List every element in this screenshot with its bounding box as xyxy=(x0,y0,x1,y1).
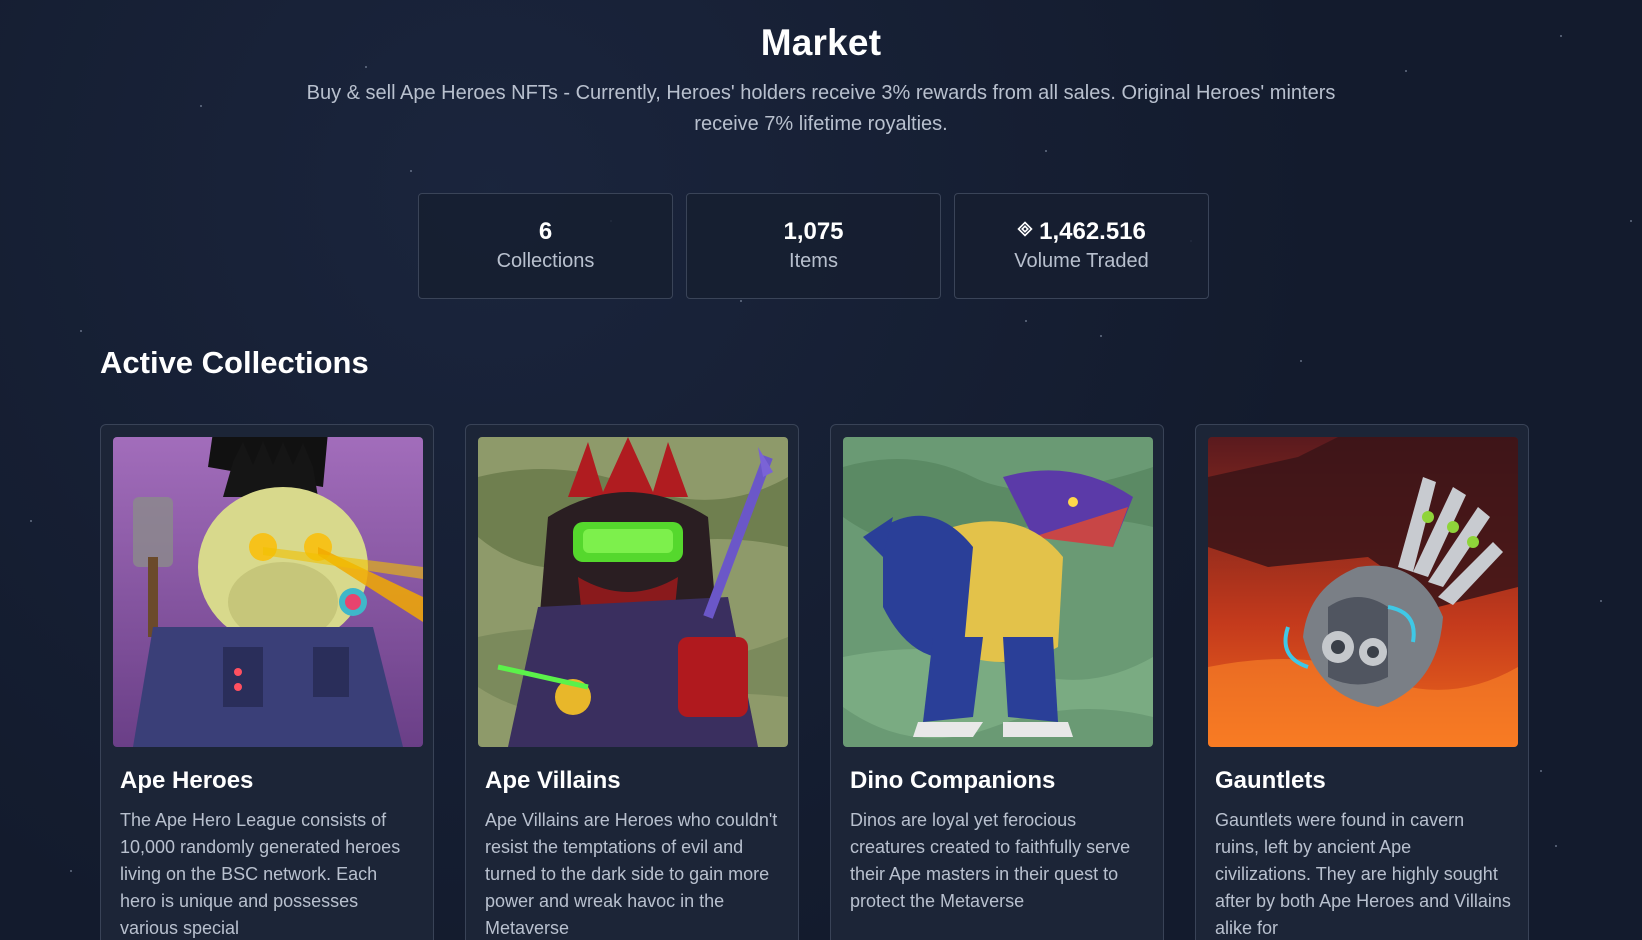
stat-collections: 6 Collections xyxy=(418,193,673,299)
active-collections-heading: Active Collections xyxy=(100,345,369,380)
stat-value-wrapper: 1,462.516 xyxy=(955,218,1208,246)
stat-items: 1,075 Items xyxy=(686,193,941,299)
ape-villains-image xyxy=(478,437,788,747)
ape-heroes-image xyxy=(113,437,423,747)
collection-description: Dinos are loyal yet ferocious creatures … xyxy=(850,810,1131,911)
stat-label: Volume Traded xyxy=(1014,250,1149,272)
stat-label: Collections xyxy=(496,250,595,272)
collection-name: Ape Villains xyxy=(485,767,621,794)
collection-name: Gauntlets xyxy=(1215,767,1326,794)
collection-description: Ape Villains are Heroes who couldn't res… xyxy=(485,810,778,938)
page-title: Market xyxy=(760,22,882,63)
stat-label: Items xyxy=(789,250,838,272)
stat-value: 1,462.516 xyxy=(1039,218,1146,245)
market-header: Market Buy & sell Ape Heroes NFTs - Curr… xyxy=(0,22,1642,140)
collection-description: Gauntlets were found in cavern ruins, le… xyxy=(1215,810,1511,938)
stat-value: 6 xyxy=(538,218,553,245)
collection-card-gauntlets[interactable]: Gauntlets Gauntlets were found in cavern… xyxy=(1195,424,1529,940)
page-subtitle: Buy & sell Ape Heroes NFTs - Currently, … xyxy=(306,82,1336,135)
collection-card-ape-heroes[interactable]: Ape Heroes The Ape Hero League consists … xyxy=(100,424,434,940)
stat-value: 1,075 xyxy=(783,218,844,245)
stat-volume-traded: 1,462.516 Volume Traded xyxy=(954,193,1209,299)
collection-name: Dino Companions xyxy=(850,767,1056,794)
dino-companions-image xyxy=(843,437,1153,747)
bnb-icon xyxy=(1017,221,1033,237)
collection-card-ape-villains[interactable]: Ape Villains Ape Villains are Heroes who… xyxy=(465,424,799,940)
collections-grid: Ape Heroes The Ape Hero League consists … xyxy=(100,424,1529,940)
collection-name: Ape Heroes xyxy=(120,767,254,794)
collection-description: The Ape Hero League consists of 10,000 r… xyxy=(120,810,401,938)
stats-row: 6 Collections 1,075 Items 1,462.516 Volu… xyxy=(418,193,1209,299)
gauntlets-image xyxy=(1208,437,1518,747)
market-page: Market Buy & sell Ape Heroes NFTs - Curr… xyxy=(0,0,1642,940)
collection-card-dino-companions[interactable]: Dino Companions Dinos are loyal yet fero… xyxy=(830,424,1164,940)
